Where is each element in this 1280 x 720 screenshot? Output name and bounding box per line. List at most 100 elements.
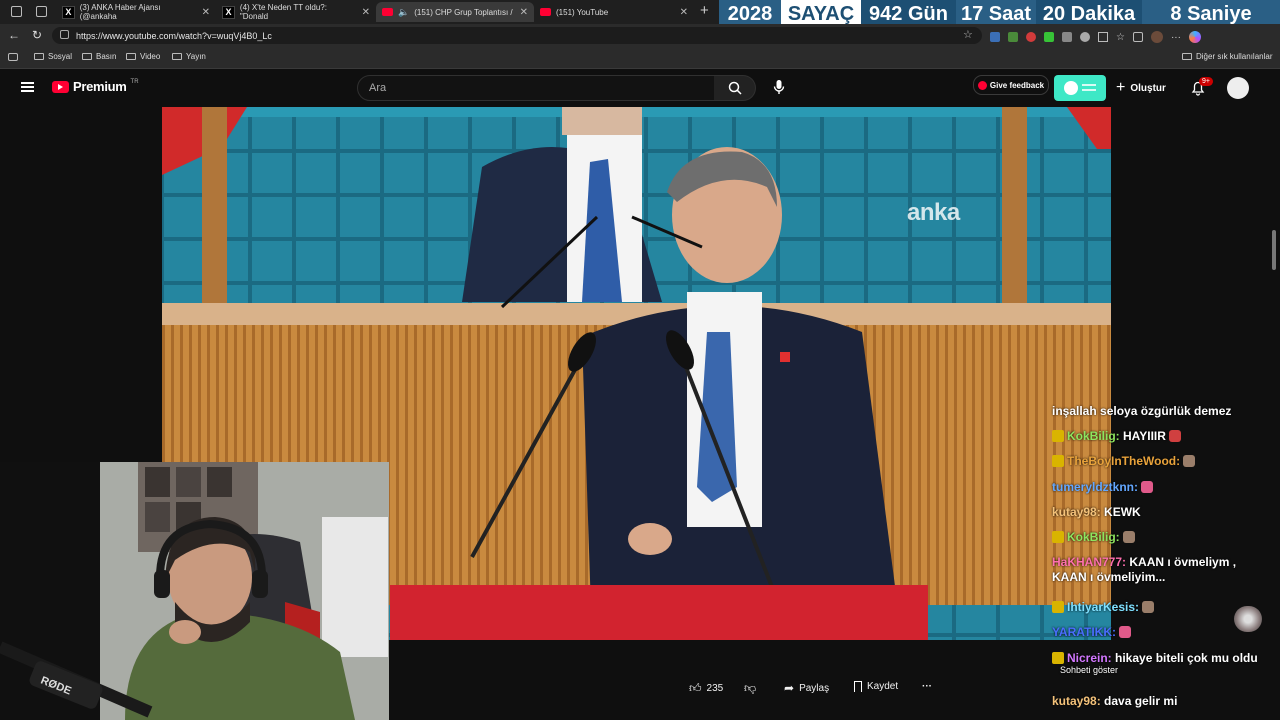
account-avatar[interactable] <box>1227 77 1249 99</box>
chat-username[interactable]: HaKHAN777: <box>1052 555 1126 569</box>
like-button[interactable]: 👍︎ 235 <box>689 681 723 696</box>
give-feedback-button[interactable]: Give feedback <box>973 75 1049 95</box>
folder-icon <box>126 53 136 60</box>
tab-label: (4) X'te Neden TT oldu?: "Donald <box>239 3 327 21</box>
favorites-icon[interactable]: ☆ <box>1116 32 1125 43</box>
chat-username[interactable]: tumeryldztknn: <box>1052 480 1138 494</box>
chat-message: TheBoyInTheWood: <box>1052 454 1272 469</box>
feedback-label: Give feedback <box>989 80 1045 90</box>
youtube-logo[interactable]: Premium TR <box>52 79 139 94</box>
subscriber-badge-icon <box>1052 652 1064 664</box>
url-text: https://www.youtube.com/watch?v=wuqVj4B0… <box>76 30 272 41</box>
back-icon[interactable]: ← <box>8 28 20 42</box>
subscriber-badge-icon <box>1052 531 1064 543</box>
menu-icon[interactable] <box>21 82 34 92</box>
chat-emote-icon <box>1142 601 1155 613</box>
search-button[interactable] <box>714 75 756 101</box>
tab-actions-icon[interactable] <box>36 6 47 17</box>
webcam-overlay: RØDE <box>0 462 389 720</box>
youtube-play-icon <box>52 80 69 93</box>
search-input[interactable]: Ara <box>357 75 715 101</box>
folder-icon <box>172 53 182 60</box>
extension-icon[interactable] <box>1008 32 1018 42</box>
save-label: Kaydet <box>867 681 899 692</box>
extension-icon[interactable] <box>1044 32 1054 42</box>
subscriber-badge-icon <box>1052 601 1064 613</box>
chat-username[interactable]: IhtiyarKesis: <box>1067 600 1139 614</box>
other-bookmarks[interactable]: Diğer sık kullanılanlar <box>1182 52 1272 61</box>
microphone-icon <box>773 80 785 94</box>
profile-avatar[interactable] <box>1150 31 1163 43</box>
create-button[interactable]: + Oluştur <box>1116 78 1166 98</box>
bookmarks-bar: Sosyal Basın Video Yayın Diğer sık kulla… <box>0 48 1280 69</box>
chat-emote-icon <box>1141 481 1154 493</box>
save-button[interactable]: Kaydet <box>854 681 898 692</box>
share-button[interactable]: ➦ Paylaş <box>784 681 829 695</box>
extension-icon[interactable] <box>990 32 1000 42</box>
extension-icon[interactable] <box>1062 32 1072 42</box>
chat-username[interactable]: kutay98: <box>1052 694 1101 708</box>
tab-chp[interactable]: 🔈 (151) CHP Grup Toplantısı / ✕ <box>376 2 534 22</box>
settings-more-icon[interactable]: ··· <box>1171 32 1181 43</box>
browser-essentials-icon[interactable] <box>1132 32 1143 42</box>
thumbs-down-icon: 👎︎ <box>744 681 757 695</box>
chat-message: inşallah seloya özgürlük demez <box>1052 404 1272 419</box>
tab-x-trends[interactable]: X (4) X'te Neden TT oldu?: "Donald ✕ <box>216 2 376 22</box>
close-icon[interactable]: ✕ <box>202 7 210 18</box>
site-info-icon[interactable] <box>60 30 69 39</box>
notifications-button[interactable]: 9+ <box>1190 77 1213 101</box>
bookmark-folder-sosyal[interactable]: Sosyal <box>34 52 72 61</box>
bookmark-folder-basin[interactable]: Basın <box>82 52 116 61</box>
folder-icon <box>1182 53 1192 60</box>
bookmark-label: Basın <box>96 52 117 61</box>
speaker-icon[interactable]: 🔈 <box>398 7 409 18</box>
voice-search-button[interactable] <box>772 79 786 100</box>
reload-icon[interactable]: ↻ <box>32 28 42 42</box>
logo-country: TR <box>130 78 139 85</box>
chat-text: hikaye biteli çok mu oldu <box>1111 651 1258 665</box>
chat-emote-icon <box>1122 531 1135 543</box>
chat-username[interactable]: KokBilig: <box>1067 429 1120 443</box>
thumbs-up-icon: 👍︎ <box>689 681 702 695</box>
bookmark-folder-yayin[interactable]: Yayın <box>172 52 206 61</box>
chat-text: dava gelir mi <box>1100 694 1178 708</box>
close-icon[interactable]: ✕ <box>362 7 370 18</box>
address-bar[interactable]: https://www.youtube.com/watch?v=wuqVj4B0… <box>52 27 982 44</box>
workspaces-icon[interactable] <box>11 6 22 17</box>
favorite-star-icon[interactable]: ☆ <box>963 28 973 41</box>
video-scrollbar[interactable] <box>1272 230 1276 270</box>
youtube-icon <box>540 8 551 16</box>
chat-username[interactable]: kutay98: <box>1052 505 1101 519</box>
extensions-puzzle-icon[interactable] <box>1098 32 1108 42</box>
chat-text: KEWK <box>1100 505 1141 519</box>
chat-message: tumeryldztknn: <box>1052 480 1272 495</box>
reading-list-icon[interactable] <box>8 53 18 61</box>
chat-message: KokBilig: HAYIIIR <box>1052 429 1272 444</box>
chat-username[interactable]: KokBilig: <box>1067 530 1120 544</box>
bookmark-folder-video[interactable]: Video <box>126 52 160 61</box>
channel-logo-icon <box>1234 606 1262 632</box>
new-tab-button[interactable]: + <box>700 2 709 19</box>
close-icon[interactable]: ✕ <box>520 7 528 18</box>
chat-username[interactable]: YARATIKK: <box>1052 625 1116 639</box>
close-icon[interactable]: ✕ <box>680 7 688 18</box>
copilot-icon[interactable] <box>1188 31 1201 43</box>
extension-icon[interactable] <box>1080 32 1090 42</box>
chat-message: kutay98: KEWK <box>1052 505 1272 520</box>
create-label: Oluştur <box>1130 82 1166 94</box>
folder-icon <box>34 53 44 60</box>
more-actions-button[interactable]: ··· <box>922 681 932 692</box>
chat-username[interactable]: TheBoyInTheWood: <box>1067 454 1180 468</box>
dislike-button[interactable]: 👎︎ <box>744 681 756 696</box>
show-chat-button[interactable]: Sohbeti göster <box>1060 665 1118 675</box>
extensions-toolbar: ☆ ··· <box>990 30 1275 44</box>
chat-emote-icon <box>1168 430 1181 442</box>
extension-toggle[interactable] <box>1054 75 1106 101</box>
bookmark-label: Video <box>140 52 161 61</box>
chat-username[interactable]: Nicrein: <box>1067 651 1112 665</box>
search-icon <box>728 81 742 95</box>
tab-youtube[interactable]: (151) YouTube ✕ <box>534 2 694 22</box>
tab-anka[interactable]: X (3) ANKA Haber Ajansı (@ankaha ✕ <box>56 2 216 22</box>
subscriber-badge-icon <box>1052 455 1064 467</box>
extension-icon[interactable] <box>1026 32 1036 42</box>
